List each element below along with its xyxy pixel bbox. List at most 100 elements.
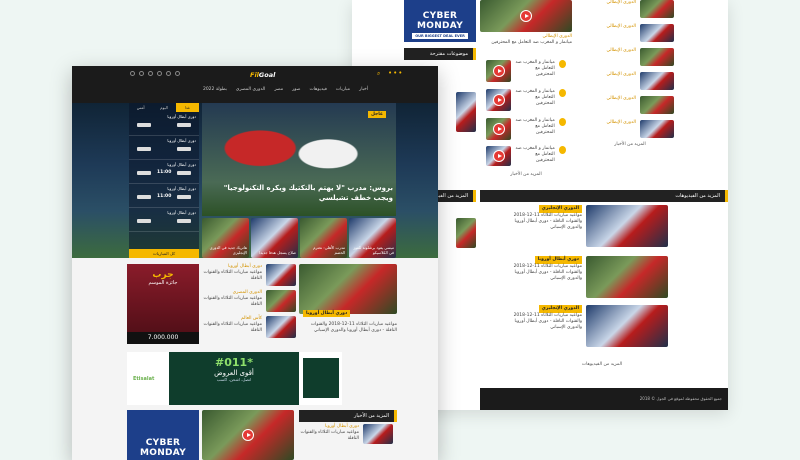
nav-item[interactable]: الدوري المصري [236,87,265,92]
chocolate-ad[interactable]: جرب جائزة الموسم 7.000.000 [127,264,199,344]
list-item[interactable]: الدوري الإيطالي [582,72,678,90]
list-item[interactable]: الدوري الإيطالي [582,24,678,42]
hero-tag: عاجل [368,111,387,118]
list-item[interactable]: الدوري المصري مواعيد مباريات الثلاثاء وال… [202,290,297,312]
sub-thumb[interactable]: مدرب الأهلي: نحترم الخصم [300,218,347,258]
mid-feature[interactable]: دوري أبطال أوروبا مواعيد مباريات الثلاثا… [299,264,397,344]
list-text: دوري أبطال أوروبا مواعيد مباريات الثلاثاء… [300,424,360,441]
etisalat-offer-title: أقوى العروض [214,369,254,377]
menu-dots-icon[interactable]: ••• [388,69,403,77]
team-logo [137,123,151,127]
list-item[interactable]: ميانمار و المغرب ضد التعامل مع المحترفين [486,89,566,111]
video-thumb[interactable] [456,218,476,248]
list-thumb [486,118,512,140]
video-thumb [586,305,668,347]
list-item[interactable]: ميانمار و المغرب ضد التعامل مع المحترفين [486,60,566,82]
list-item[interactable]: الدوري الإيطالي [582,120,678,138]
more-news-link[interactable]: المزيد من الأخبار [582,142,678,147]
nav-item[interactable]: مصر [274,87,283,92]
hero-sub-thumbs: هاتريك جديد في الدوري الإنجليزي صلاح يسج… [202,218,396,258]
video-list-item[interactable]: دوري أبطال أوروبا مواعيد مباريات الثلاثا… [502,256,672,298]
sub-thumb-caption: هاتريك جديد في الدوري الإنجليزي [209,245,247,256]
tab-yesterday[interactable]: أمس [129,103,152,112]
mid-news-list: دوري أبطال أوروبا مواعيد مباريات الثلاثاء… [202,264,297,338]
bottom-video-thumb[interactable] [202,410,294,460]
list-thumb [640,96,674,114]
match-row[interactable]: دوري أبطال أوروبا [129,136,199,160]
video-dot-icon [558,60,566,68]
list-thumb [363,424,393,444]
play-icon [492,123,505,135]
list-text: الدوري المصري مواعيد مباريات الثلاثاء وال… [203,290,263,307]
more-latest-link[interactable]: المزيد من الأخبار [486,172,566,177]
footer-text: جميع الحقوق محفوظة لموقع في الجول © 2018 [639,396,722,401]
list-text: الدوري الإيطالي [606,0,636,5]
rss-icon[interactable] [175,71,180,76]
middle-row: جرب جائزة الموسم 7.000.000 دوري أبطال أو… [127,264,397,344]
mid-feature-text: مواعيد مباريات الثلاثاء 11-12-2018 والقن… [310,322,397,333]
match-row[interactable]: دوري أبطال أوروبا [129,112,199,136]
cyber-monday-ad[interactable]: CYBER MONDAY OUR BIGGEST DEAL EVER [404,0,476,42]
video-list-item[interactable]: الدوري الإنجليزي مواعيد مباريات الثلاثاء… [502,205,672,247]
tab-today[interactable]: اليوم [152,103,175,112]
nav-item[interactable]: صور [292,87,300,92]
list-item[interactable]: كأس العالم مواعيد مباريات الثلاثاء والقنو… [202,316,297,338]
instagram-icon[interactable] [157,71,162,76]
cyber-ad-subtitle: OUR BIGGEST DEAL EVER [412,33,468,39]
video-text: الدوري الإنجليزي مواعيد مباريات الثلاثاء… [513,305,582,330]
video-text: الدوري الإنجليزي مواعيد مباريات الثلاثاء… [513,205,582,230]
match-row[interactable]: دوري أبطال أوروبا 11:00 [129,184,199,208]
hero-section: عاجل بروس: مدرب "لا يهتم بالتكتيك ويكره … [72,103,438,258]
nav-item[interactable]: أخبار [359,87,368,92]
list-thumb [640,120,674,138]
topic-thumb[interactable] [456,92,476,132]
sub-thumb[interactable]: هاتريك جديد في الدوري الإنجليزي [202,218,249,258]
list-thumb [486,60,512,82]
match-row[interactable]: دوري أبطال أوروبا [129,208,199,232]
list-text: الدوري الإيطالي [606,96,636,101]
all-matches-button[interactable]: كل المباريات [129,249,199,258]
nav-item[interactable]: مباريات [336,87,350,92]
list-text: ميانمار و المغرب ضد التعامل مع المحترفين [515,118,555,135]
sub-thumb[interactable]: ميسي يقود برشلونة للفوز في الكلاسيكو [349,218,396,258]
matches-tabs: أمس اليوم غدا [129,103,199,112]
list-item[interactable]: دوري أبطال أوروبا مواعيد مباريات الثلاثاء… [202,264,297,286]
list-item[interactable]: الدوري الإيطالي [582,0,678,18]
nav-item[interactable]: بطولة 2022 [203,87,227,92]
cyber-monday-ad[interactable]: CYBER MONDAY [127,410,199,460]
twitter-icon[interactable] [139,71,144,76]
match-time: 11:00 [157,194,172,199]
chocolate-ad-amount: 7.000.000 [127,332,199,344]
google-plus-icon[interactable] [166,71,171,76]
play-icon[interactable] [242,429,254,441]
etisalat-offer: #011* أقوى العروض اتصل، اشحن، اكسب [169,352,299,405]
back-feature-image[interactable] [480,0,572,32]
search-icon[interactable]: ⌕ [377,70,380,78]
nav-item[interactable]: فيديوهات [309,87,326,92]
team-logo [137,147,151,151]
tab-tomorrow[interactable]: غدا [175,103,199,112]
team-logo [177,123,191,127]
list-thumb [640,48,674,66]
list-item[interactable]: ميانمار و المغرب ضد التعامل مع المحترفين [486,118,566,140]
etisalat-banner[interactable]: Etisalat #011* أقوى العروض اتصل، اشحن، ا… [127,352,342,405]
back-footer: جميع الحقوق محفوظة لموقع في الجول © 2018 [480,388,728,410]
play-icon[interactable] [520,10,532,22]
play-icon [492,65,505,77]
video-list-item[interactable]: الدوري الإنجليزي مواعيد مباريات الثلاثاء… [502,305,672,347]
sub-thumb[interactable]: صلاح يسجل هدفا جديدا [251,218,298,258]
mid-feature-tag: دوري أبطال أوروبا [303,310,351,317]
youtube-icon[interactable] [148,71,153,76]
list-item[interactable]: دوري أبطال أوروبا مواعيد مباريات الثلاثاء… [299,424,397,444]
list-item[interactable]: ميانمار و المغرب ضد التعامل مع المحترفين [486,146,566,166]
more-videos-link[interactable]: المزيد من الفيديوهات [562,362,642,367]
list-item[interactable]: الدوري الإيطالي [582,48,678,66]
site-logo[interactable]: FilGoal [250,71,275,79]
match-row[interactable]: دوري أبطال أوروبا 11:00 [129,160,199,184]
hero-headline[interactable]: بروس: مدرب "لا يهتم بالتكتيك ويكره التكن… [217,183,393,203]
social-links [130,71,180,76]
facebook-icon[interactable] [130,71,135,76]
list-text: ميانمار و المغرب ضد التعامل مع المحترفين [515,60,555,77]
team-logo [177,219,191,223]
list-item[interactable]: الدوري الإيطالي [582,96,678,114]
